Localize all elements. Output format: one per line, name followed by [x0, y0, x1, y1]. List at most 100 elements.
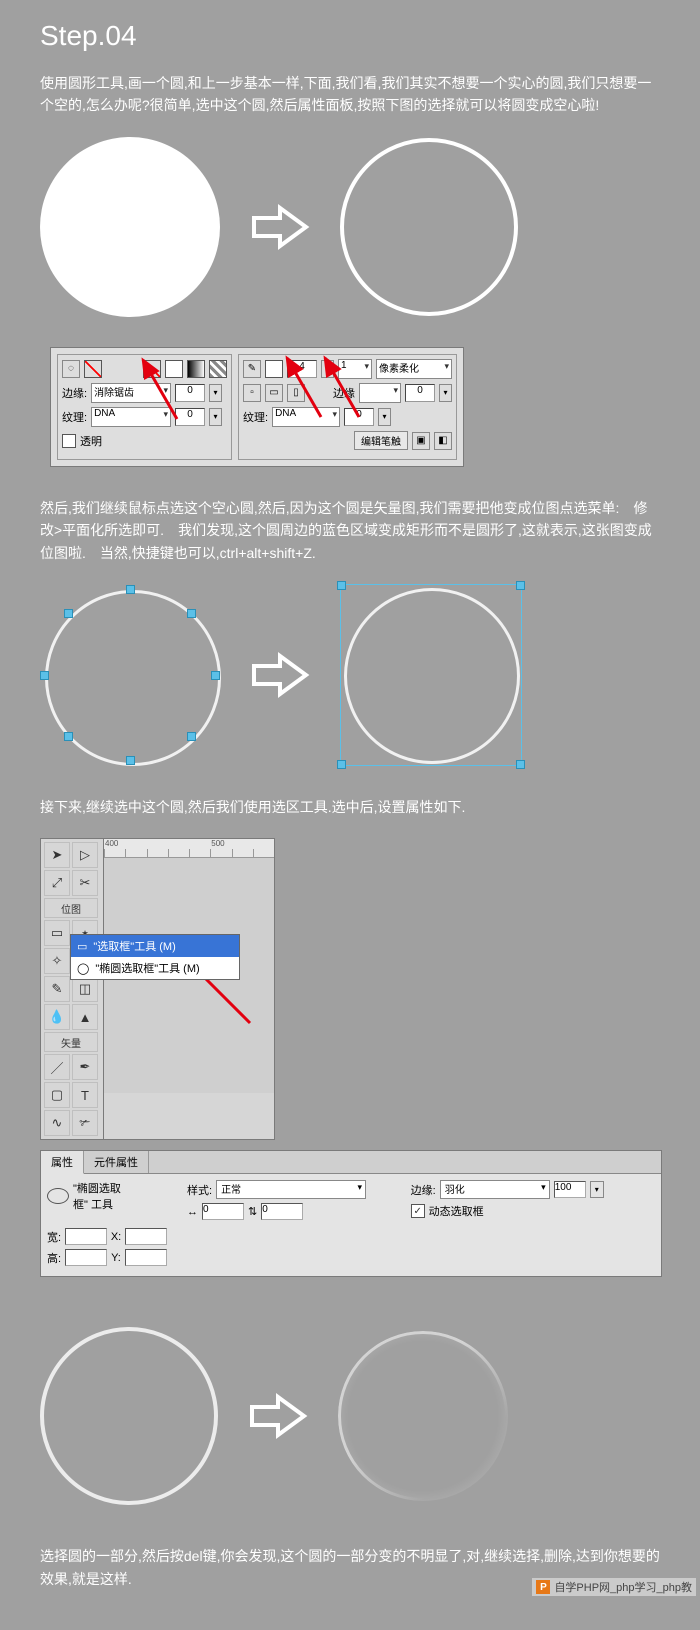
feather-stepper[interactable]: ▾ [590, 1181, 604, 1198]
watermark-text: 自学PHP网_php学习_php教 [554, 1579, 692, 1595]
knife-tool[interactable]: ✃ [72, 1110, 98, 1136]
illustration-row-1 [40, 137, 660, 317]
stroke-swatch[interactable] [265, 360, 283, 378]
tab-component-properties[interactable]: 元件属性 [84, 1151, 149, 1173]
style-select[interactable]: 正常 [216, 1180, 366, 1199]
constrain-w-input[interactable]: 0 [202, 1203, 244, 1220]
tool-name-l1: "椭圆选取 [73, 1183, 121, 1195]
stroke-align-center-icon[interactable]: ▭ [265, 384, 283, 402]
text-tool[interactable]: T [72, 1082, 98, 1108]
width-input[interactable] [65, 1228, 107, 1245]
mid-text: 然后,我们继续鼠标点选这个空心圆,然后,因为这个圆是矢量图,我们需要把他变成位图… [40, 497, 660, 564]
x-input[interactable] [125, 1228, 167, 1245]
misc-button-2[interactable]: ◧ [434, 432, 452, 450]
rect-tool[interactable]: ▢ [44, 1082, 70, 1108]
misc-button-1[interactable]: ▣ [412, 432, 430, 450]
right-texture-stepper[interactable]: ▾ [378, 408, 391, 426]
height-label: 高: [47, 1250, 61, 1266]
right-texture-label: 纹理: [243, 409, 268, 425]
ellipse-marquee-tool-icon [47, 1188, 69, 1204]
stroke-width-stepper[interactable]: ▾ [321, 360, 334, 378]
stroke-edge-input[interactable]: 0 [405, 384, 435, 402]
subselect-tool[interactable]: ▷ [72, 842, 98, 868]
edge-select[interactable]: 羽化 [440, 1180, 550, 1199]
watermark: P 自学PHP网_php学习_php教 [532, 1578, 696, 1596]
height-input[interactable] [65, 1249, 107, 1266]
step-title: Step.04 [40, 20, 660, 52]
ellipse-marquee-icon: ◯ [77, 962, 89, 975]
dynamic-marquee-checkbox[interactable]: ✓ [411, 1204, 425, 1218]
line-tool[interactable]: ／ [44, 1054, 70, 1080]
fill-swatch-none[interactable] [84, 360, 102, 378]
stroke-kind-select[interactable]: 像素柔化 [376, 359, 452, 379]
properties-panel-marquee: 属性 元件属性 "椭圆选取 框" 工具 宽: X: [40, 1150, 662, 1277]
flyout-item-ellipse-marquee[interactable]: ◯ "椭圆选取框"工具 (M) [71, 957, 239, 979]
flyout-item-marquee[interactable]: ▭ "选取框"工具 (M) [71, 935, 239, 957]
edge-amount-input[interactable]: 0 [175, 384, 205, 402]
pen-tool[interactable]: ✒ [72, 1054, 98, 1080]
toolbox-area: ➤ ▷ ⤢ ✂ 位图 ▭ ⭑ ✧ 🖌 ✎ ◫ 💧 ▲ 矢量 ／ ✒ ▢ T ∿ … [40, 838, 660, 1140]
texture-stepper[interactable]: ▾ [209, 408, 222, 426]
fill-gradient-icon[interactable] [187, 360, 205, 378]
stroke-type-select[interactable]: 1 [338, 359, 372, 379]
arrows-lr-icon: ↔ [187, 1206, 198, 1218]
constrain-h-input[interactable]: 0 [261, 1203, 303, 1220]
stroke-align-outside-icon[interactable]: ▯ [287, 384, 305, 402]
right-texture-input[interactable]: 0 [344, 408, 374, 426]
style-label: 样式: [187, 1182, 212, 1198]
marquee-tool[interactable]: ▭ [44, 920, 70, 946]
edge-select[interactable]: 消除锯齿 [91, 383, 171, 403]
raster-circle-bbox [340, 584, 522, 766]
arrow-right-icon [248, 1391, 308, 1441]
stroke-width-input[interactable]: 4 [287, 360, 317, 378]
vector-circle [40, 585, 220, 765]
fill-none-icon[interactable] [143, 360, 161, 378]
intro-text: 使用圆形工具,画一个圆,和上一步基本一样,下面,我们看,我们其实不想要一个实心的… [40, 72, 660, 117]
y-input[interactable] [125, 1249, 167, 1266]
ruler-mark: 400 [105, 839, 118, 848]
x-label: X: [111, 1231, 121, 1243]
edge-label: 边缘: [62, 385, 87, 401]
faded-circle [338, 1331, 508, 1501]
crop-tool[interactable]: ✂ [72, 870, 98, 896]
fill-solid-icon[interactable] [165, 360, 183, 378]
tab-properties[interactable]: 属性 [41, 1151, 84, 1174]
watermark-badge-icon: P [536, 1580, 550, 1594]
fill-pattern-icon[interactable] [209, 360, 227, 378]
texture-amount-input[interactable]: 0 [175, 408, 205, 426]
stamp-tool[interactable]: ▲ [72, 1004, 98, 1030]
stroke-edge-select[interactable] [359, 383, 401, 403]
outline-circle [40, 1327, 218, 1505]
pencil-icon[interactable]: ✎ [243, 360, 261, 378]
blur-tool[interactable]: 💧 [44, 1004, 70, 1030]
edge-label: 边缘: [411, 1182, 436, 1198]
transparent-checkbox[interactable] [62, 434, 76, 448]
arrow-right-icon [250, 202, 310, 252]
transparent-label: 透明 [80, 433, 102, 449]
right-texture-select[interactable]: DNA [272, 407, 340, 427]
pencil-tool[interactable]: ✎ [44, 976, 70, 1002]
ruler-mark: 500 [211, 839, 224, 848]
stroke-edge-stepper[interactable]: ▾ [439, 384, 452, 402]
outline-circle [340, 138, 518, 316]
bitmap-section-label: 位图 [44, 898, 98, 918]
illustration-row-3 [40, 1327, 660, 1505]
paint-bucket-icon[interactable]: ◌ [62, 360, 80, 378]
texture-select[interactable]: DNA [91, 407, 171, 427]
texture-label: 纹理: [62, 409, 87, 425]
flyout-label: "选取框"工具 (M) [93, 938, 175, 954]
arrow-right-icon [250, 650, 310, 700]
vector-section-label: 矢量 [44, 1032, 98, 1052]
stroke-edge-label: 边缘 [333, 385, 355, 401]
pointer-tool[interactable]: ➤ [44, 842, 70, 868]
dynamic-marquee-label: 动态选取框 [429, 1203, 484, 1219]
freeform-tool[interactable]: ∿ [44, 1110, 70, 1136]
scale-tool[interactable]: ⤢ [44, 870, 70, 896]
selection-text: 接下来,继续选中这个圆,然后我们使用选区工具.选中后,设置属性如下. [40, 796, 660, 818]
feather-input[interactable]: 100 [554, 1181, 586, 1198]
magic-wand-tool[interactable]: ✧ [44, 948, 70, 974]
stroke-align-inside-icon[interactable]: ▫ [243, 384, 261, 402]
tool-name-l2: 框" 工具 [73, 1199, 113, 1211]
edge-stepper[interactable]: ▾ [209, 384, 222, 402]
edit-brush-button[interactable]: 编辑笔触 [354, 431, 408, 450]
